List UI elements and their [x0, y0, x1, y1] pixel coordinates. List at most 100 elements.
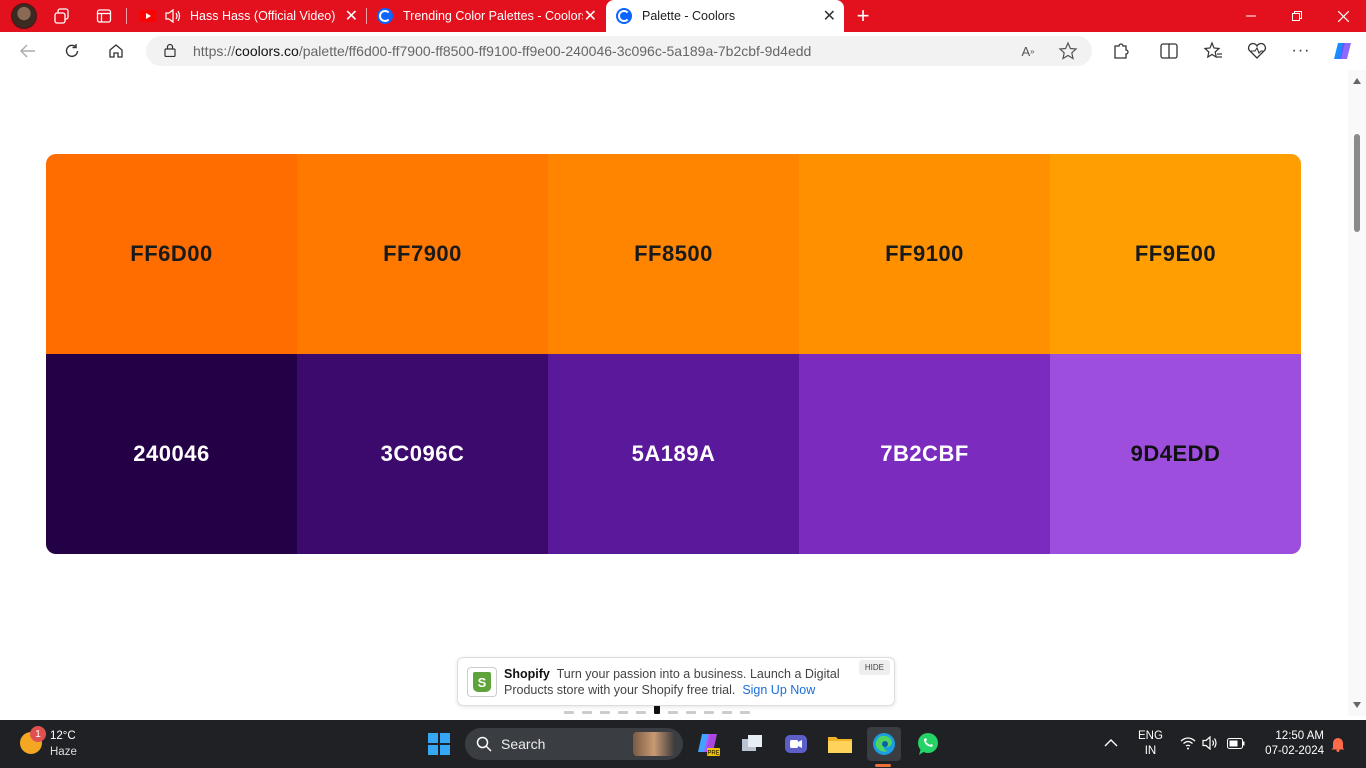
close-tab-icon[interactable]: ✕ [584, 6, 597, 26]
restore-button[interactable] [1274, 0, 1320, 32]
home-button[interactable] [102, 39, 130, 63]
taskbar-search[interactable]: Search [465, 728, 683, 760]
browser-toolbar: https://coolors.co/palette/ff6d00-ff7900… [0, 32, 1366, 70]
read-aloud-icon[interactable]: A» [1018, 41, 1038, 61]
more-options-icon[interactable]: ··· [1290, 41, 1312, 61]
copilot-pre-icon: PRE [698, 734, 720, 757]
scroll-thumb[interactable] [1354, 134, 1360, 232]
start-button[interactable] [422, 727, 456, 761]
battery-icon[interactable] [1227, 738, 1245, 749]
swatch-9d4edd[interactable]: 9D4EDD [1050, 354, 1301, 554]
page-dot[interactable] [668, 711, 678, 714]
taskbar: 1 12°C Haze Search PRE ENG IN 12:50 AM 0… [0, 720, 1366, 768]
hex-label[interactable]: 9D4EDD [1131, 441, 1221, 467]
swatch-7b2cbf[interactable]: 7B2CBF [799, 354, 1050, 554]
favorites-icon[interactable] [1202, 41, 1224, 61]
hex-label[interactable]: FF9E00 [1135, 241, 1216, 267]
page-scrollbar[interactable] [1348, 70, 1366, 716]
chevron-up-icon[interactable] [1104, 738, 1118, 748]
swatch-3c096c[interactable]: 3C096C [297, 354, 548, 554]
notification-bell-icon[interactable] [1331, 736, 1345, 752]
hide-ad-button[interactable]: HIDE [858, 660, 890, 675]
ad-cta-link[interactable]: Sign Up Now [742, 683, 815, 697]
swatch-ff6d00[interactable]: FF6D00 [46, 154, 297, 354]
page-dot[interactable] [704, 711, 714, 714]
profile-button[interactable] [6, 0, 42, 32]
back-arrow-icon [20, 44, 35, 58]
scroll-down-icon[interactable] [1353, 702, 1361, 708]
close-window-button[interactable] [1320, 0, 1366, 32]
volume-icon[interactable] [1202, 736, 1218, 750]
workspaces-button[interactable] [44, 0, 80, 32]
tab-separator [126, 8, 127, 24]
extensions-icon[interactable] [1110, 41, 1132, 61]
swatch-5a189a[interactable]: 5A189A [548, 354, 799, 554]
page-dot[interactable] [686, 711, 696, 714]
swatch-ff8500[interactable]: FF8500 [548, 154, 799, 354]
lang-code: ENG [1138, 730, 1163, 742]
swatch-240046[interactable]: 240046 [46, 354, 297, 554]
page-dot[interactable] [582, 711, 592, 714]
page-dot[interactable] [636, 711, 646, 714]
address-bar[interactable]: https://coolors.co/palette/ff6d00-ff7900… [146, 36, 1092, 66]
hex-label[interactable]: 240046 [133, 441, 209, 467]
close-tab-icon[interactable]: ✕ [823, 6, 836, 26]
hex-label[interactable]: FF7900 [383, 241, 462, 267]
hex-label[interactable]: FF6D00 [130, 241, 212, 267]
lock-icon[interactable] [164, 43, 176, 57]
minimize-button[interactable] [1228, 0, 1274, 32]
clock-time: 12:50 AM [1275, 730, 1324, 742]
new-tab-button[interactable]: + [845, 0, 881, 32]
language-indicator[interactable]: ENG IN [1138, 729, 1163, 759]
edge-icon [873, 733, 895, 755]
tab-palette[interactable]: Palette - Coolors ✕ [606, 0, 844, 32]
scroll-up-icon[interactable] [1353, 78, 1361, 84]
hex-label[interactable]: 3C096C [381, 441, 465, 467]
youtube-icon [140, 10, 156, 22]
hex-label[interactable]: 5A189A [632, 441, 716, 467]
page-dot[interactable] [722, 711, 732, 714]
task-view-app[interactable] [735, 727, 769, 761]
page-dot[interactable] [564, 711, 574, 714]
clock-date: 07-02-2024 [1265, 745, 1324, 757]
tab-youtube[interactable]: Hass Hass (Official Video) D ✕ [130, 0, 366, 32]
shopify-logo: S [467, 667, 497, 697]
split-screen-icon[interactable] [1158, 41, 1180, 61]
close-tab-icon[interactable]: ✕ [345, 6, 358, 26]
edge-app[interactable] [867, 727, 901, 761]
refresh-button[interactable] [58, 39, 86, 63]
hex-label[interactable]: 7B2CBF [880, 441, 969, 467]
teams-meet-app[interactable] [779, 727, 813, 761]
tab-title: Hass Hass (Official Video) D [190, 9, 338, 23]
weather-widget[interactable]: 1 12°C Haze [16, 726, 96, 760]
file-explorer-app[interactable] [823, 727, 857, 761]
whatsapp-app[interactable] [911, 727, 945, 761]
folder-icon [828, 737, 852, 753]
workspaces-icon [54, 8, 69, 24]
swatch-ff9e00[interactable]: FF9E00 [1050, 154, 1301, 354]
hex-label[interactable]: FF9100 [885, 241, 964, 267]
page-dot[interactable] [600, 711, 610, 714]
page-dot[interactable] [618, 711, 628, 714]
lang-region: IN [1144, 745, 1157, 757]
coolors-favicon-icon [616, 8, 632, 24]
copilot-app[interactable]: PRE [691, 727, 725, 761]
wifi-icon[interactable] [1180, 736, 1196, 750]
page-dot[interactable] [740, 711, 750, 714]
favorite-star-icon[interactable] [1058, 41, 1078, 61]
swatch-ff7900[interactable]: FF7900 [297, 154, 548, 354]
system-clock[interactable]: 12:50 AM 07-02-2024 [1258, 729, 1324, 759]
copilot-icon[interactable] [1332, 41, 1354, 61]
tab-trending-palettes[interactable]: Trending Color Palettes - Coolors ✕ [367, 0, 605, 32]
speaker-icon[interactable] [164, 8, 182, 24]
browser-essentials-icon[interactable] [1246, 41, 1268, 61]
refresh-icon [65, 44, 79, 57]
back-button[interactable] [14, 39, 42, 63]
hex-label[interactable]: FF8500 [634, 241, 713, 267]
tab-actions-button[interactable] [86, 0, 122, 32]
shopping-bag-icon: S [473, 672, 491, 692]
shopify-ad[interactable]: S Shopify Turn your passion into a busin… [457, 657, 895, 706]
swatch-ff9100[interactable]: FF9100 [799, 154, 1050, 354]
minimize-icon [1246, 15, 1256, 17]
active-app-indicator [875, 764, 891, 767]
